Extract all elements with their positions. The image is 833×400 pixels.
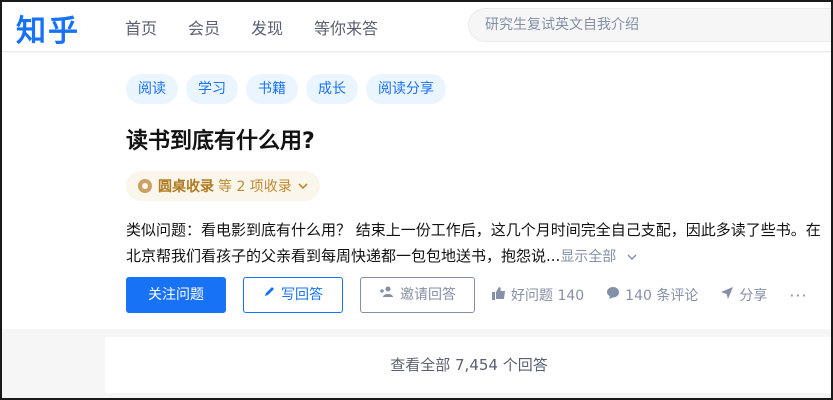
roundtable-icon — [138, 179, 152, 193]
good-question-count: 好问题 140 — [511, 288, 585, 304]
write-answer-label: 写回答 — [281, 287, 323, 303]
topic-tag[interactable]: 书籍 — [246, 74, 298, 104]
top-header: 知乎 首页 会员 发现 等你来答 研究生复试英文自我介绍 — [0, 0, 833, 52]
share-label: 分享 — [739, 288, 768, 304]
comments-button[interactable]: 140 条评论 — [606, 285, 698, 305]
topic-tag[interactable]: 成长 — [306, 74, 358, 104]
nav-item-discover[interactable]: 发现 — [251, 15, 283, 39]
topic-tag[interactable]: 阅读分享 — [366, 74, 446, 104]
question-actions: 关注问题 写回答 邀请回答 好问题 140 140 条评论 分享 ··· — [126, 277, 808, 313]
show-all-link[interactable]: 显示全部 — [560, 249, 637, 265]
follow-question-button[interactable]: 关注问题 — [126, 277, 226, 313]
question-description: 类似问题：看电影到底有什么用？ 结束上一份工作后，这几个月时间完全自己支配，因此… — [126, 217, 826, 270]
collection-count: 等 2 项收录 — [218, 179, 292, 195]
add-user-icon — [379, 278, 395, 312]
topic-tags: 阅读 学习 书籍 成长 阅读分享 — [126, 74, 454, 104]
invite-answer-label: 邀请回答 — [400, 287, 456, 303]
topic-tag[interactable]: 阅读 — [126, 74, 178, 104]
question-title: 读书到底有什么用? — [126, 129, 315, 154]
nav-item-vip[interactable]: 会员 — [188, 15, 220, 39]
description-text: 类似问题：看电影到底有什么用？ 结束上一份工作后，这几个月时间完全自己支配，因此… — [126, 221, 821, 265]
nav-item-home[interactable]: 首页 — [125, 15, 157, 39]
topic-tag[interactable]: 学习 — [186, 74, 238, 104]
chevron-down-icon — [627, 254, 637, 260]
comments-count: 140 条评论 — [625, 288, 699, 304]
nav-item-waiting[interactable]: 等你来答 — [314, 15, 378, 39]
search-input[interactable]: 研究生复试英文自我介绍 — [468, 8, 833, 42]
view-all-answers-button[interactable]: 查看全部 7,454 个回答 — [105, 337, 833, 393]
zhihu-logo[interactable]: 知乎 — [16, 6, 80, 50]
show-all-label: 显示全部 — [560, 249, 617, 265]
question-card: 阅读 学习 书籍 成长 阅读分享 读书到底有什么用? 圆桌收录 等 2 项收录 … — [0, 53, 833, 329]
collection-badge[interactable]: 圆桌收录 等 2 项收录 — [126, 171, 320, 201]
paper-plane-icon — [720, 286, 734, 304]
chevron-down-icon — [298, 180, 308, 193]
good-question-button[interactable]: 好问题 140 — [492, 285, 584, 305]
more-options-icon[interactable]: ··· — [789, 286, 807, 305]
share-button[interactable]: 分享 — [720, 285, 767, 305]
collection-name: 圆桌收录 — [158, 179, 214, 195]
write-answer-button[interactable]: 写回答 — [243, 277, 343, 313]
main-nav: 首页 会员 发现 等你来答 — [125, 15, 409, 39]
pen-icon — [263, 278, 276, 312]
thumbs-up-icon — [492, 286, 506, 304]
invite-answer-button[interactable]: 邀请回答 — [360, 277, 475, 313]
comment-icon — [606, 286, 620, 304]
